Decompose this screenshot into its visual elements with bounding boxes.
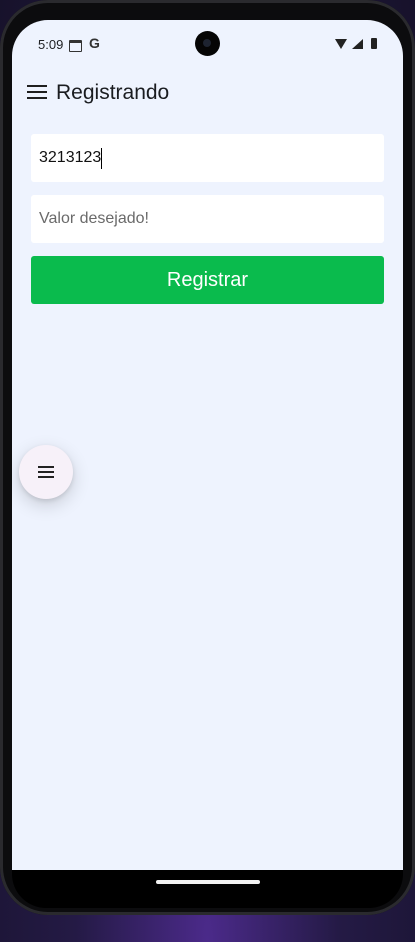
- phone-frame: 5:09 G Registrando Registrar: [0, 0, 415, 915]
- navigation-bar: [12, 870, 403, 908]
- signal-icon: [352, 39, 363, 49]
- desired-value-input[interactable]: [31, 195, 384, 243]
- amount-input[interactable]: [31, 134, 384, 182]
- battery-icon: [371, 38, 377, 49]
- home-indicator[interactable]: [156, 880, 260, 884]
- google-icon: G: [89, 35, 100, 51]
- menu-icon: [38, 466, 54, 468]
- app-screen: 5:09 G Registrando Registrar: [12, 20, 403, 872]
- text-cursor: [101, 148, 102, 169]
- wifi-icon: [335, 39, 347, 49]
- menu-icon[interactable]: [27, 84, 47, 100]
- floating-menu-button[interactable]: [19, 445, 73, 499]
- register-button[interactable]: Registrar: [31, 256, 384, 304]
- status-time: 5:09: [38, 37, 64, 52]
- app-bar: Registrando: [12, 72, 403, 116]
- camera-cutout: [195, 31, 220, 56]
- calendar-icon: [69, 40, 82, 52]
- page-title: Registrando: [56, 81, 170, 104]
- status-bar: 5:09 G: [12, 20, 403, 70]
